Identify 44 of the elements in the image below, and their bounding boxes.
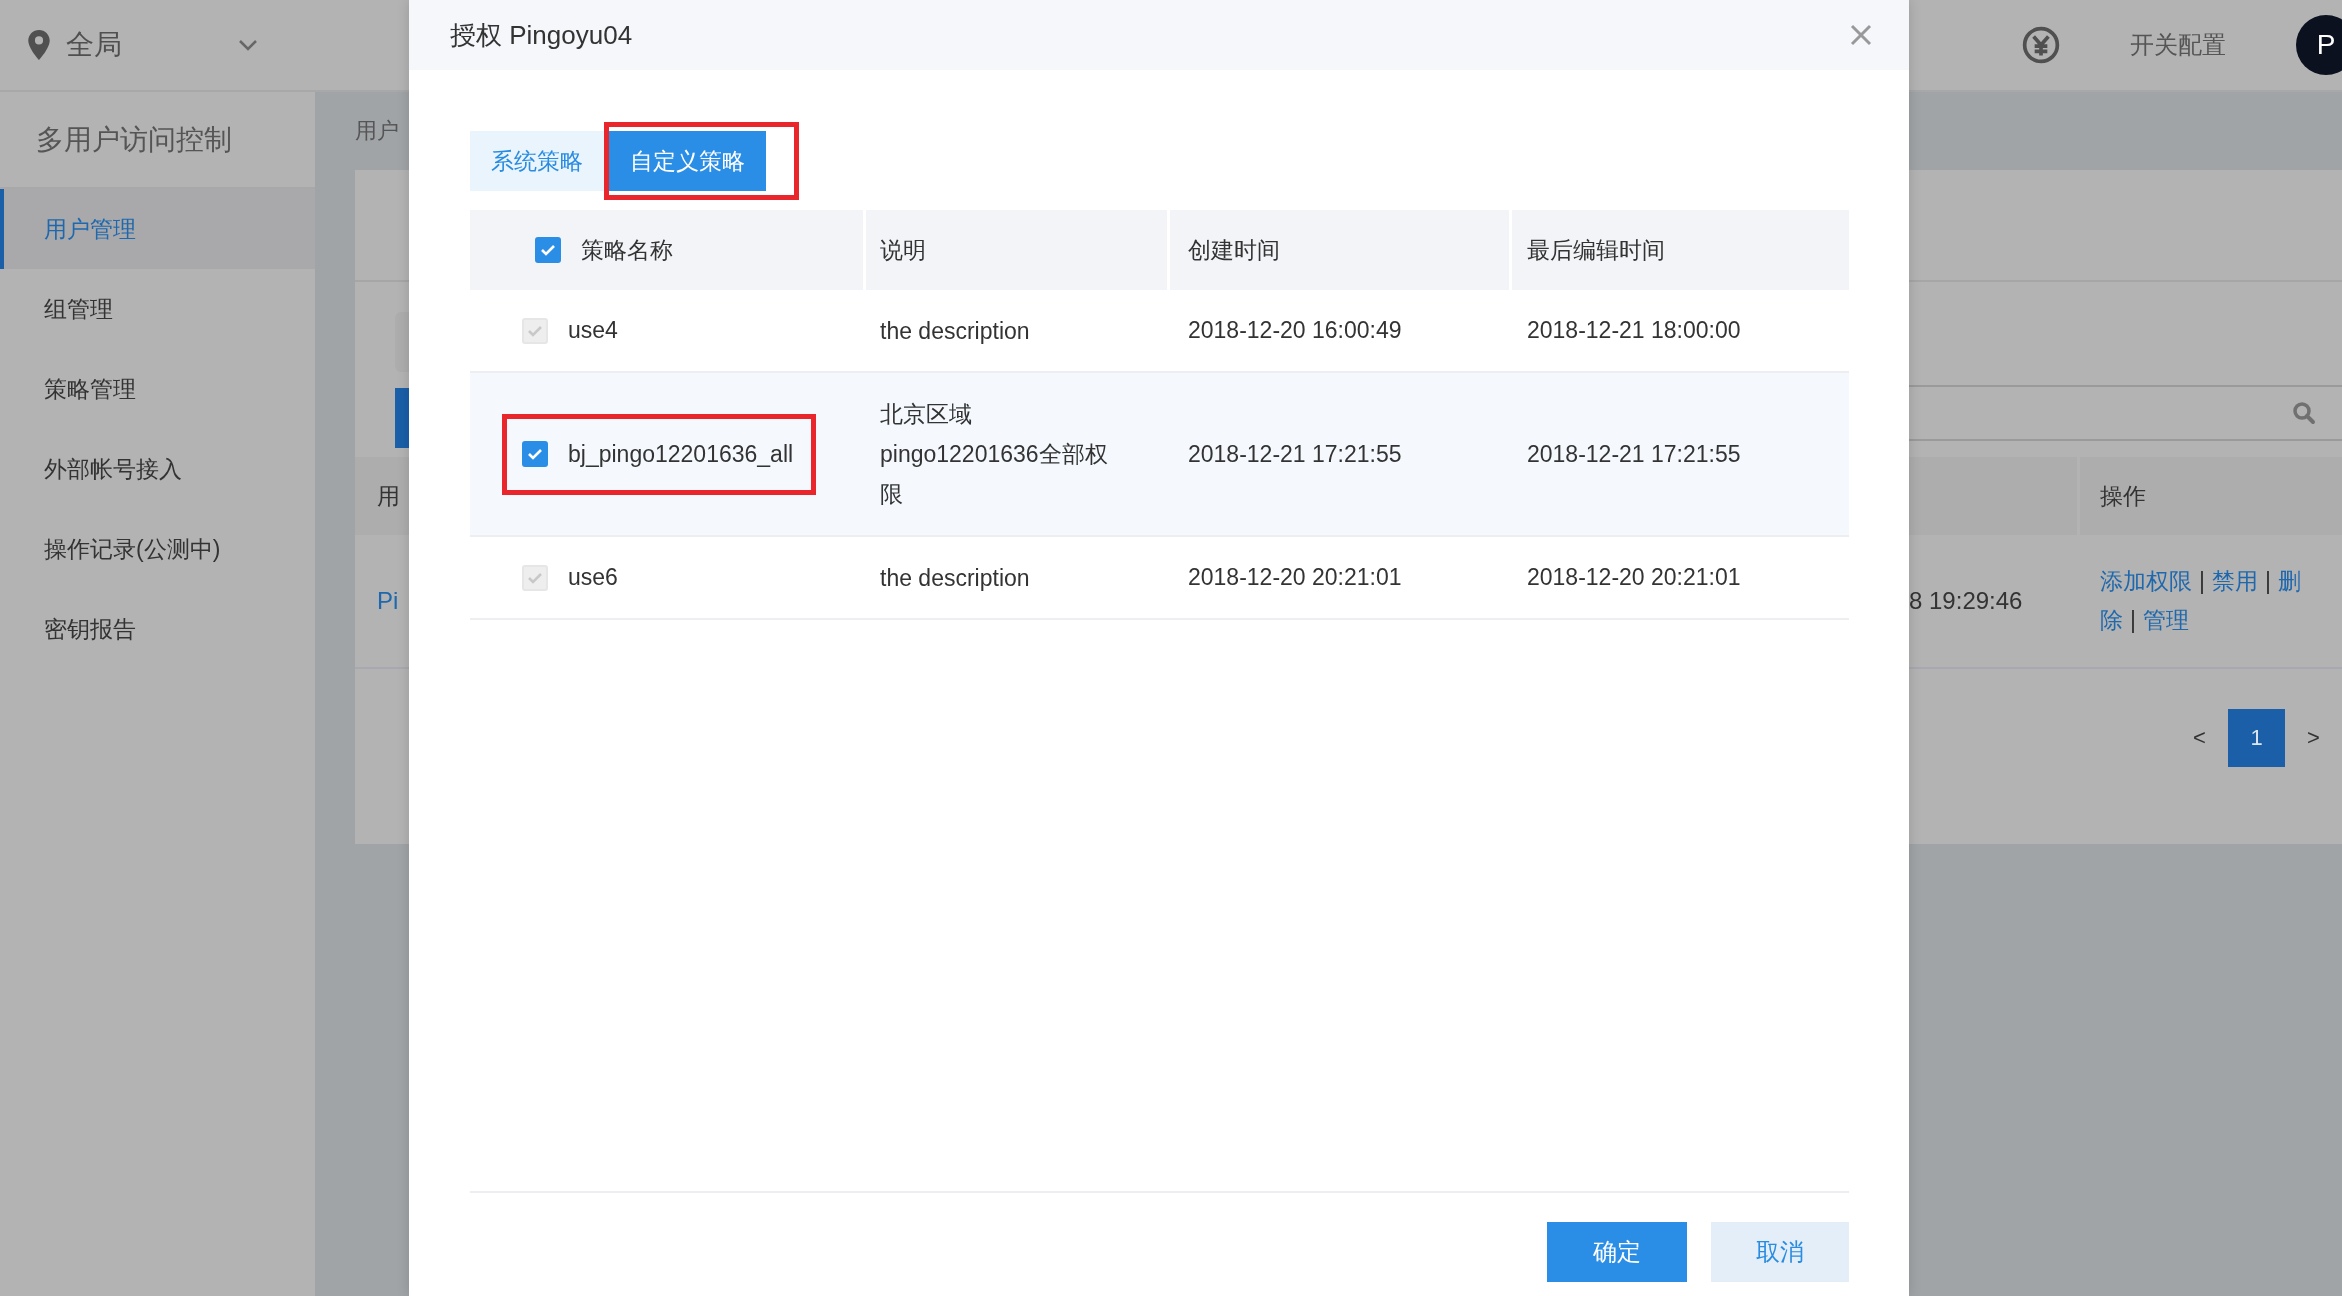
tab[interactable]: 自定义策略: [609, 131, 766, 191]
column-header: 用: [377, 481, 400, 511]
checkbox[interactable]: [522, 441, 548, 467]
table-cell: use4: [568, 317, 618, 344]
table-cell: 2018-12-21 17:21:55: [1188, 440, 1402, 467]
table-cell: 2018-12-20 16:00:49: [1188, 317, 1402, 343]
chevron-down-icon: [238, 39, 258, 51]
column-header: 最后编辑时间: [1527, 235, 1665, 265]
confirm-button[interactable]: 确定: [1547, 1222, 1687, 1282]
sidebar-item[interactable]: 密钥报告: [0, 589, 315, 669]
checkbox[interactable]: [535, 237, 561, 263]
dialog-title: 授权 Pingoyu04: [450, 18, 633, 52]
action-links[interactable]: 添加权限 | 禁用 | 删除 | 管理: [2080, 562, 2325, 640]
table-cell: bj_pingo12201636_all: [568, 440, 794, 468]
page-button[interactable]: 1: [2228, 709, 2285, 767]
table-cell: 2018-12-21 17:21:55: [1527, 440, 1741, 467]
switch-config-link[interactable]: 开关配置: [2130, 29, 2226, 61]
sidebar-item[interactable]: 操作记录(公测中): [0, 509, 315, 589]
table-cell: use6: [568, 564, 618, 591]
search-icon[interactable]: [2292, 401, 2316, 425]
table-cell: 2018-12-20 20:21:01: [1527, 564, 1741, 590]
user-avatar[interactable]: P: [2296, 15, 2342, 75]
table-cell-text: 8 19:29:46: [1909, 587, 2024, 615]
location-pin-icon: [28, 30, 50, 60]
table-cell: 2018-12-20 20:21:01: [1188, 564, 1402, 590]
close-icon[interactable]: [1849, 23, 1873, 47]
column-header: 创建时间: [1188, 235, 1280, 265]
next-page-button[interactable]: >: [2285, 709, 2342, 767]
highlighted-row[interactable]: bj_pingo12201636_all 北京区域 pingo12201636全部权限 2018-12-21 17:21:55 2018-12-21 17:21:55: [470, 373, 1849, 537]
yen-circle-icon[interactable]: [2022, 26, 2060, 64]
table-cell-text: 北京区域 pingo12201636全部权限: [880, 400, 1109, 509]
sidebar-item[interactable]: 组管理: [0, 269, 315, 349]
table-cell: 2018-12-21 18:00:00: [1527, 317, 1741, 343]
table-cell-text: the description: [880, 563, 1031, 593]
search-field[interactable]: [1909, 385, 2342, 441]
sidebar-item[interactable]: 外部帐号接入: [0, 429, 315, 509]
column-header: 操作: [2100, 481, 2146, 511]
sidebar-item[interactable]: 策略管理: [0, 349, 315, 429]
tab[interactable]: 系统策略: [470, 131, 604, 191]
region-selector[interactable]: 全局: [66, 26, 226, 64]
previous-page-button[interactable]: <: [2171, 709, 2228, 767]
table-cell-text: the description: [880, 316, 1031, 346]
column-header: 说明: [880, 235, 926, 265]
column-header: 策略名称: [581, 235, 673, 265]
